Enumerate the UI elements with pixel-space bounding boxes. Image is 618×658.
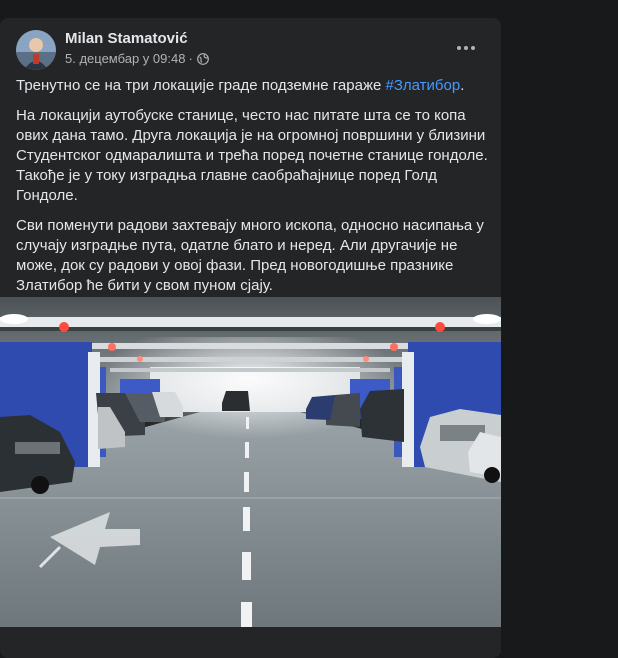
author-name[interactable]: Milan Stamatović (65, 30, 188, 47)
meta-separator: · (188, 51, 193, 66)
post-meta: 5. децембар у 09:48 · (65, 51, 209, 66)
post-header: Milan Stamatović 5. децембар у 09:48 · (16, 30, 486, 74)
post-paragraph-1: Тренутно се на три локације граде подзем… (16, 76, 490, 96)
author-avatar[interactable] (16, 30, 56, 70)
post-photo[interactable] (0, 297, 501, 627)
post-paragraph-3: Сви поменути радови захтевају много иско… (16, 217, 484, 294)
globe-icon (196, 52, 209, 65)
more-options-icon[interactable] (448, 30, 484, 66)
post-text: Тренутно се на три локације граде подзем… (16, 76, 490, 306)
post-card: Milan Stamatović 5. децембар у 09:48 · Т… (0, 18, 501, 658)
parking-garage-photo (0, 297, 501, 627)
hashtag-link[interactable]: #Златибор (386, 77, 461, 94)
post-paragraph-2: На локацији аутобуске станице, често нас… (16, 107, 488, 204)
post-date[interactable]: 5. децембар у 09:48 (65, 51, 185, 66)
post-lead-text: Тренутно се на три локације граде подзем… (16, 77, 386, 94)
post-lead-end: . (460, 77, 465, 94)
